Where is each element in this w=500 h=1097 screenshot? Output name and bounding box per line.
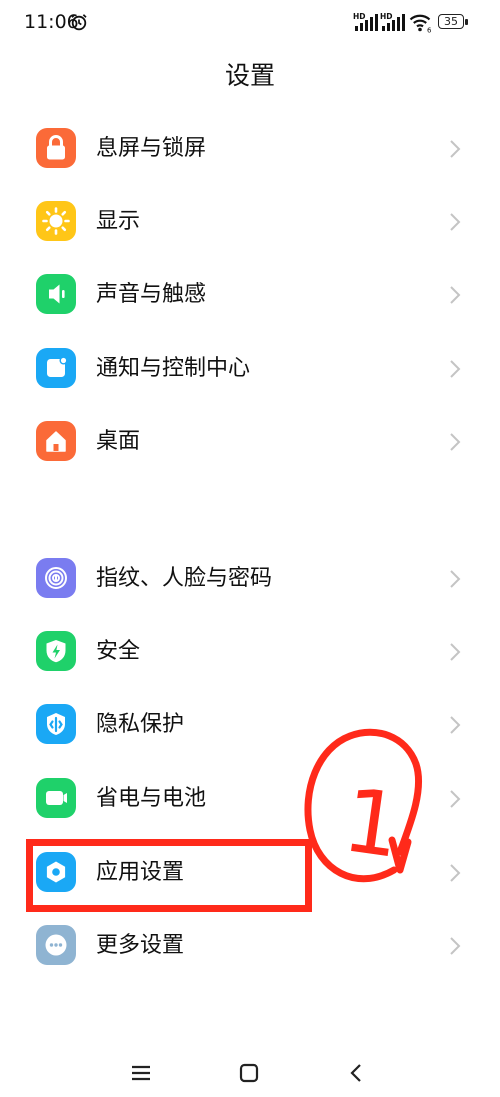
privacy-icon bbox=[36, 704, 76, 744]
settings-item-label: 显示 bbox=[96, 209, 141, 234]
chevron-right-icon bbox=[450, 140, 461, 158]
menu-icon[interactable] bbox=[126, 1058, 156, 1088]
lock-icon bbox=[36, 128, 76, 168]
speaker-icon bbox=[36, 274, 76, 314]
battery-saver-icon bbox=[36, 778, 76, 818]
signal-icon: HD bbox=[353, 12, 378, 31]
settings-item-label: 息屏与锁屏 bbox=[96, 136, 207, 161]
status-bar: 11:06 HD HD 6 35 bbox=[0, 0, 500, 46]
signal-hd-label: HD bbox=[353, 12, 366, 21]
chevron-right-icon bbox=[450, 286, 461, 304]
shield-bolt-icon bbox=[36, 631, 76, 671]
settings-item-privacy[interactable]: 隐私保护 bbox=[0, 688, 500, 761]
navigation-bar bbox=[0, 1050, 500, 1097]
settings-item-label: 安全 bbox=[96, 639, 141, 664]
battery-level: 35 bbox=[444, 15, 458, 28]
settings-item-sound[interactable]: 声音与触感 bbox=[0, 258, 500, 331]
settings-item-display[interactable]: 显示 bbox=[0, 185, 500, 258]
notification-icon bbox=[36, 348, 76, 388]
home-icon bbox=[36, 421, 76, 461]
fingerprint-icon bbox=[36, 558, 76, 598]
chevron-right-icon bbox=[450, 433, 461, 451]
settings-item-security[interactable]: 安全 bbox=[0, 615, 500, 688]
back-icon[interactable] bbox=[342, 1058, 372, 1088]
alarm-clock-icon bbox=[71, 14, 87, 31]
settings-item-battery[interactable]: 省电与电池 bbox=[0, 762, 500, 835]
settings-item-label: 桌面 bbox=[96, 429, 141, 454]
chevron-right-icon bbox=[450, 213, 461, 231]
settings-item-notifications[interactable]: 通知与控制中心 bbox=[0, 332, 500, 405]
chevron-right-icon bbox=[450, 360, 461, 378]
settings-item-lock-screen[interactable]: 息屏与锁屏 bbox=[0, 112, 500, 185]
settings-item-label: 应用设置 bbox=[96, 860, 185, 885]
settings-item-label: 更多设置 bbox=[96, 933, 185, 958]
chevron-right-icon bbox=[450, 937, 461, 955]
signal-icon: HD bbox=[380, 12, 405, 31]
settings-item-biometrics[interactable]: 指纹、人脸与密码 bbox=[0, 542, 500, 615]
sun-icon bbox=[36, 201, 76, 241]
settings-item-label: 隐私保护 bbox=[96, 712, 185, 737]
settings-item-app-settings[interactable]: 应用设置 bbox=[0, 836, 500, 909]
gear-icon bbox=[36, 852, 76, 892]
settings-item-home-screen[interactable]: 桌面 bbox=[0, 405, 500, 478]
settings-item-label: 省电与电池 bbox=[96, 786, 207, 811]
signal-hd-label: HD bbox=[380, 12, 393, 21]
page-title: 设置 bbox=[224, 61, 275, 90]
wifi-icon: 6 bbox=[409, 14, 432, 34]
settings-item-label: 声音与触感 bbox=[96, 282, 207, 307]
more-dots-icon bbox=[36, 925, 76, 965]
battery-icon: 35 bbox=[438, 14, 468, 30]
wifi-sub-label: 6 bbox=[427, 27, 432, 34]
chevron-right-icon bbox=[450, 864, 461, 882]
settings-item-label: 指纹、人脸与密码 bbox=[96, 566, 273, 591]
chevron-right-icon bbox=[450, 716, 461, 734]
settings-item-label: 通知与控制中心 bbox=[96, 356, 251, 381]
chevron-right-icon bbox=[450, 643, 461, 661]
home-button-icon[interactable] bbox=[234, 1058, 264, 1088]
settings-item-more-settings[interactable]: 更多设置 bbox=[0, 909, 500, 982]
chevron-right-icon bbox=[450, 570, 461, 588]
chevron-right-icon bbox=[450, 790, 461, 808]
